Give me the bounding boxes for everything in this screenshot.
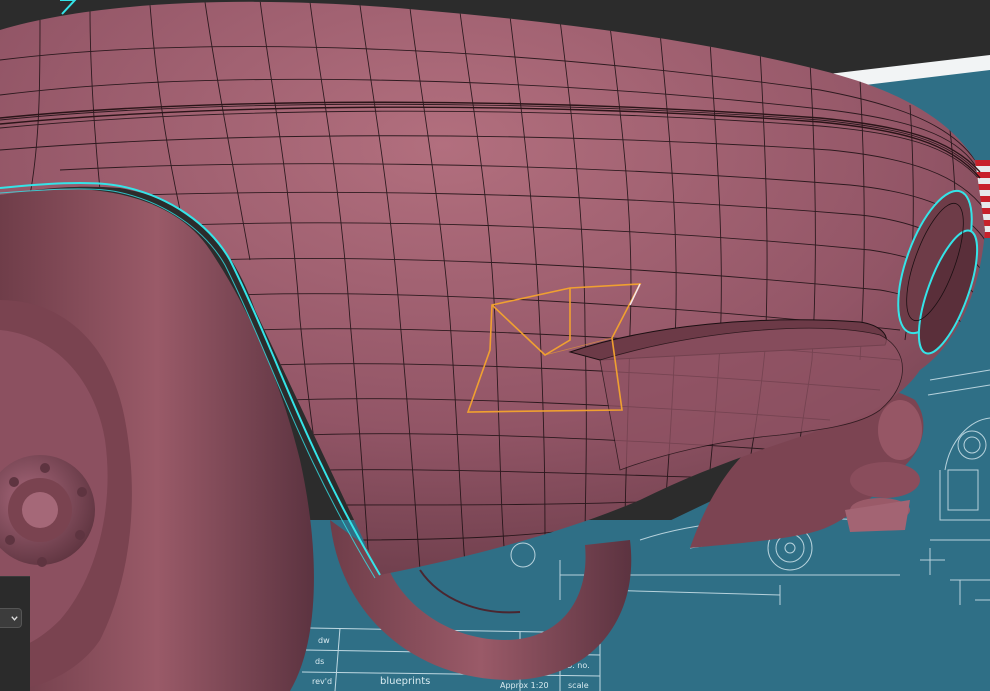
chevron-down-icon xyxy=(11,615,18,621)
3d-viewport[interactable]: dw ds rev'd job. no. scale Approx 1:20 b… xyxy=(0,0,990,691)
blueprint-label: dw xyxy=(318,636,330,645)
blueprint-label: ds xyxy=(315,657,324,666)
panel-dropdown[interactable] xyxy=(0,608,22,628)
blueprint-label: rev'd xyxy=(312,677,332,686)
blueprint-label: blueprints xyxy=(380,676,430,687)
blueprint-label: Approx 1:20 xyxy=(500,681,549,690)
tool-panel xyxy=(0,576,30,691)
blueprint-label: scale xyxy=(568,681,589,690)
